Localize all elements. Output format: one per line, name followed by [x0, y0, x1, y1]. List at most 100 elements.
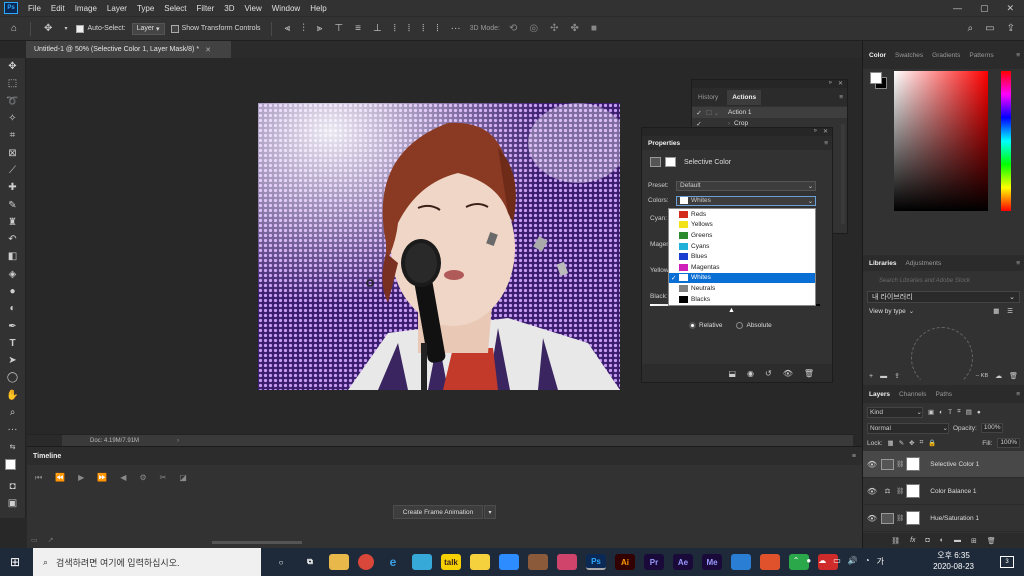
view-by-type-select[interactable]: View by type	[869, 308, 906, 315]
media-encoder-taskbar-icon[interactable]: Me	[702, 554, 722, 570]
crop-tool-icon[interactable]: ⌗	[0, 127, 25, 144]
delete-icon[interactable]: 🗑	[987, 537, 996, 545]
scrollbar[interactable]	[841, 124, 845, 224]
fx-icon[interactable]: fx	[910, 537, 915, 544]
tab-gradients[interactable]: Gradients	[932, 52, 960, 59]
chevron-down-icon[interactable]: ▾	[61, 25, 70, 32]
chrome-icon[interactable]	[358, 554, 374, 570]
panel-menu-icon[interactable]: ≡	[1016, 391, 1024, 398]
menu-3d[interactable]: 3D	[219, 4, 239, 13]
task-view-icon[interactable]: ⧉	[300, 554, 320, 570]
link-layers-icon[interactable]: ⛓	[891, 537, 900, 545]
healing-brush-tool-icon[interactable]: ✚	[0, 179, 25, 196]
quick-mask-icon[interactable]: ◘	[0, 478, 25, 495]
auto-select-checkbox[interactable]: Auto-Select:	[76, 24, 126, 33]
menu-help[interactable]: Help	[305, 4, 331, 13]
settings-gear-icon[interactable]: ⚙	[139, 473, 146, 483]
foreground-color-swatch[interactable]	[5, 458, 16, 470]
zoom-slider[interactable]	[212, 541, 302, 544]
maximize-icon[interactable]: ▢	[980, 3, 989, 14]
audio-icon[interactable]: ◀	[120, 473, 126, 483]
kakaotalk-icon[interactable]: talk	[441, 554, 461, 570]
panel-menu-icon[interactable]: ≡	[1016, 52, 1024, 59]
tab-color[interactable]: Color	[869, 52, 886, 59]
libraries-search-input[interactable]: Search Libraries and Adobe Stock	[879, 278, 970, 284]
radio-on-icon[interactable]	[689, 322, 696, 329]
clone-stamp-tool-icon[interactable]: ♜	[0, 214, 25, 231]
illustrator-taskbar-icon[interactable]: Ai	[615, 554, 635, 570]
cloud-icon[interactable]: ☁	[818, 556, 826, 567]
volume-icon[interactable]: 🔊	[848, 556, 858, 567]
filter-type-icon[interactable]: T	[948, 409, 952, 416]
colors-option-neutrals[interactable]: Neutrals	[669, 283, 815, 294]
prev-frame-icon[interactable]: ⏪	[55, 473, 65, 483]
notification-badge[interactable]: 3	[1000, 556, 1014, 568]
align-center-icon[interactable]: ⫶	[299, 23, 308, 34]
colors-option-blacks[interactable]: Blacks	[669, 294, 815, 305]
grid-list-view-icon[interactable]: ▦ ☰	[993, 307, 1016, 315]
frame-convert-icon[interactable]: ▭	[31, 536, 38, 544]
cortana-icon[interactable]: ○	[271, 554, 291, 570]
tab-libraries[interactable]: Libraries	[869, 260, 896, 267]
library-select[interactable]: 내 라이브러리 ⌄	[867, 291, 1020, 303]
link-chain-icon[interactable]: ⛓	[896, 460, 904, 468]
layer-row[interactable]: 👁 ⚖ ⛓ Color Balance 1	[863, 478, 1024, 505]
dialog-toggle-icon[interactable]: ☐ ⌄	[706, 109, 728, 117]
3d-orbit-icon[interactable]: ⟲	[506, 23, 520, 34]
menu-select[interactable]: Select	[159, 4, 191, 13]
frame-tool-icon[interactable]: ⊠	[0, 144, 25, 161]
pen-tool-icon[interactable]: ✒	[0, 317, 25, 334]
panel-menu-icon[interactable]: ≡	[852, 453, 862, 460]
home-icon[interactable]: ⌂	[8, 23, 20, 34]
tab-actions[interactable]: Actions	[727, 89, 762, 105]
premiere-taskbar-icon[interactable]: Pr	[644, 554, 664, 570]
view-previous-icon[interactable]: ◉	[747, 369, 754, 378]
menu-edit[interactable]: Edit	[46, 4, 70, 13]
tab-adjustments[interactable]: Adjustments	[905, 260, 941, 267]
split-scissors-icon[interactable]: ✂	[160, 473, 167, 483]
blur-tool-icon[interactable]: ●	[0, 283, 25, 300]
cloud-icon[interactable]: ☁	[995, 372, 1002, 380]
lock-paint-icon[interactable]: ✎	[899, 439, 904, 447]
absolute-radio[interactable]: Absolute	[736, 322, 772, 329]
properties-title[interactable]: Properties	[648, 140, 680, 147]
visibility-eye-icon[interactable]: 👁	[863, 487, 881, 496]
zoom-icon[interactable]	[499, 554, 519, 570]
align-right-icon[interactable]: ⫸	[314, 23, 326, 34]
clip-to-layer-icon[interactable]: ⬓	[728, 369, 736, 378]
tab-patterns[interactable]: Patterns	[969, 52, 993, 59]
menu-type[interactable]: Type	[132, 4, 159, 13]
layer-mask-thumbnail[interactable]	[906, 484, 921, 498]
move-tool-icon[interactable]: ✥	[0, 58, 25, 75]
lasso-tool-icon[interactable]: ➰	[0, 93, 25, 110]
reset-icon[interactable]: ↺	[765, 369, 772, 378]
filter-pixel-icon[interactable]: ▣	[928, 408, 934, 416]
align-bottom-icon[interactable]: ⊥	[370, 23, 385, 34]
dodge-tool-icon[interactable]: ◐	[0, 300, 25, 317]
layer-kind-select[interactable]: Kind ⌄	[867, 406, 923, 418]
colors-option-blues[interactable]: Blues	[669, 251, 815, 262]
menu-window[interactable]: Window	[267, 4, 305, 13]
collapse-icon[interactable]: »	[814, 128, 817, 136]
sticky-notes-icon[interactable]	[470, 554, 490, 570]
app-icon-orange[interactable]	[760, 554, 780, 570]
menu-image[interactable]: Image	[70, 4, 102, 13]
distribute-h-icon[interactable]: ⦙	[405, 23, 413, 34]
edge-icon[interactable]: e	[383, 554, 403, 570]
visibility-eye-icon[interactable]: 👁	[863, 460, 881, 469]
wifi-icon[interactable]: ◔	[865, 556, 870, 567]
opacity-input[interactable]: 100%	[980, 423, 1004, 433]
document-image[interactable]	[258, 103, 620, 390]
panel-menu-icon[interactable]: ≡	[824, 140, 832, 147]
next-frame-icon[interactable]: ⏩	[97, 473, 107, 483]
chevron-down-icon[interactable]: ▾	[484, 505, 496, 519]
render-icon[interactable]: ↗	[48, 536, 54, 544]
tab-paths[interactable]: Paths	[935, 391, 952, 398]
slider-thumb[interactable]: ▲	[728, 307, 735, 314]
checkbox-icon[interactable]	[76, 24, 85, 33]
camera-app-icon[interactable]	[557, 554, 577, 570]
path-selection-tool-icon[interactable]: ➤	[0, 352, 25, 369]
layer-mask-thumbnail[interactable]	[906, 457, 921, 471]
3d-camera-icon[interactable]: ■	[588, 23, 600, 34]
distribute-spacing-icon[interactable]: ⦙	[433, 23, 441, 34]
